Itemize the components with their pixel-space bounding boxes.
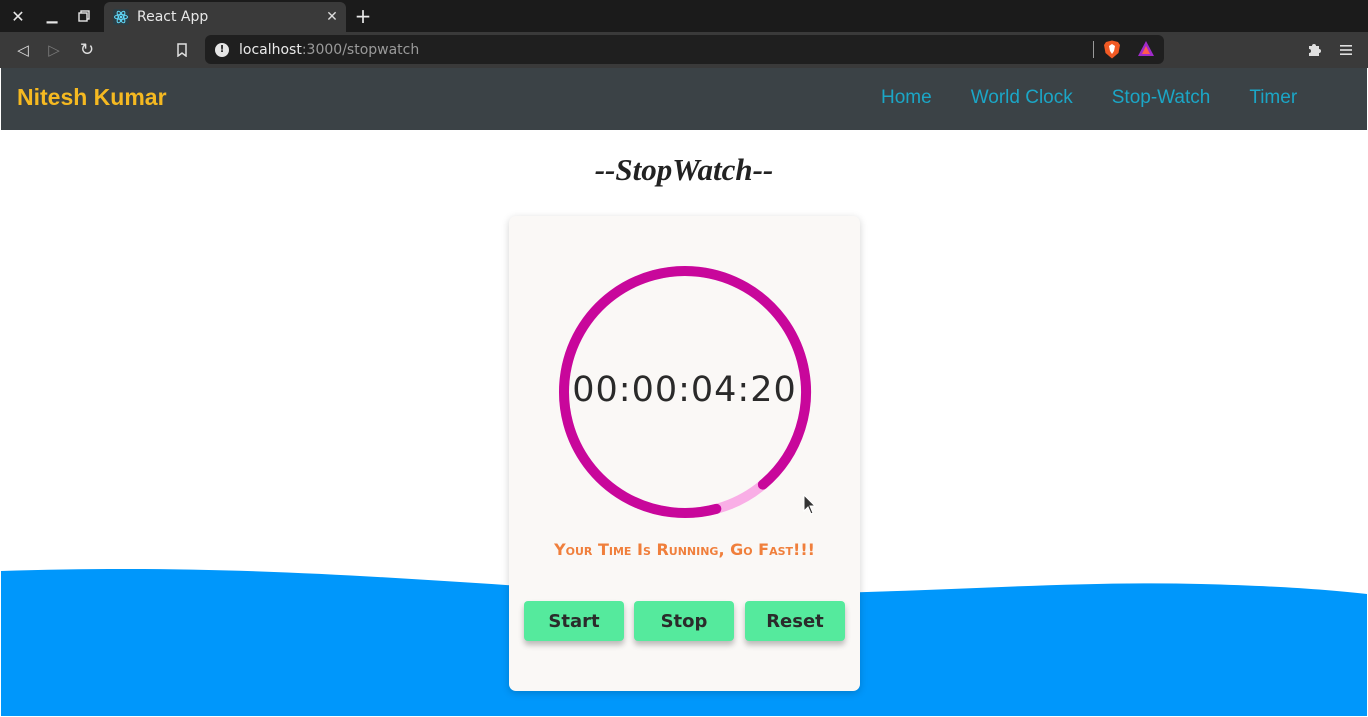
forward-icon: ▷	[48, 41, 60, 59]
browser-tab[interactable]: React App ✕	[104, 2, 346, 32]
menu-button[interactable]	[1332, 32, 1360, 68]
stopwatch-card: 00:00:04:20 Your Time Is Running, Go Fas…	[509, 216, 860, 691]
plus-icon: +	[354, 4, 372, 28]
new-tab-button[interactable]: +	[350, 0, 376, 32]
brave-rewards-icon[interactable]	[1137, 40, 1155, 58]
nav-links: Home World Clock Stop-Watch Timer	[881, 87, 1336, 109]
brand-logo[interactable]: Nitesh Kumar	[17, 84, 167, 111]
back-icon: ◁	[17, 41, 29, 59]
restore-window-button[interactable]	[68, 0, 100, 32]
page-title: --StopWatch--	[594, 152, 774, 187]
bookmark-button[interactable]	[166, 32, 198, 68]
address-separator	[1093, 41, 1094, 58]
reload-button[interactable]: ↻	[71, 32, 103, 68]
react-icon	[113, 9, 129, 25]
close-window-button[interactable]: ✕	[2, 0, 34, 32]
tab-close-icon[interactable]: ✕	[318, 9, 346, 25]
browser-toolbar: ◁ ▷ ↻ ! localhost:3000/stopwatch	[0, 32, 1368, 68]
restore-icon	[78, 10, 90, 22]
nav-link-home[interactable]: Home	[881, 87, 932, 109]
cursor-icon	[803, 494, 817, 515]
reset-button[interactable]: Reset	[745, 601, 845, 641]
bookmark-icon	[177, 43, 187, 57]
app-navbar: Nitesh Kumar Home World Clock Stop-Watch…	[1, 68, 1367, 130]
brave-shield-icon[interactable]	[1103, 40, 1121, 59]
extensions-button[interactable]	[1300, 32, 1328, 68]
minimize-icon: ▁	[46, 8, 58, 24]
forward-button[interactable]: ▷	[38, 32, 70, 68]
status-message: Your Time Is Running, Go Fast!!!	[554, 540, 815, 559]
stop-button[interactable]: Stop	[634, 601, 734, 641]
page-viewport: Nitesh Kumar Home World Clock Stop-Watch…	[1, 68, 1367, 716]
nav-link-timer[interactable]: Timer	[1249, 87, 1297, 109]
tab-bar: ✕ ▁ React App ✕ +	[0, 0, 1368, 32]
tab-title: React App	[137, 9, 209, 25]
reload-icon: ↻	[79, 40, 95, 60]
url-text[interactable]: localhost:3000/stopwatch	[239, 42, 419, 58]
minimize-window-button[interactable]: ▁	[36, 0, 68, 32]
menu-icon	[1340, 45, 1352, 55]
info-icon[interactable]: !	[215, 42, 229, 57]
time-display: 00:00:04:20	[572, 370, 797, 410]
address-bar[interactable]: ! localhost:3000/stopwatch	[205, 35, 1164, 64]
nav-link-world-clock[interactable]: World Clock	[971, 87, 1073, 109]
nav-link-stop-watch[interactable]: Stop-Watch	[1112, 87, 1211, 109]
start-button[interactable]: Start	[524, 601, 624, 641]
back-button[interactable]: ◁	[7, 32, 39, 68]
close-icon: ✕	[11, 6, 25, 26]
extensions-icon	[1309, 44, 1321, 56]
